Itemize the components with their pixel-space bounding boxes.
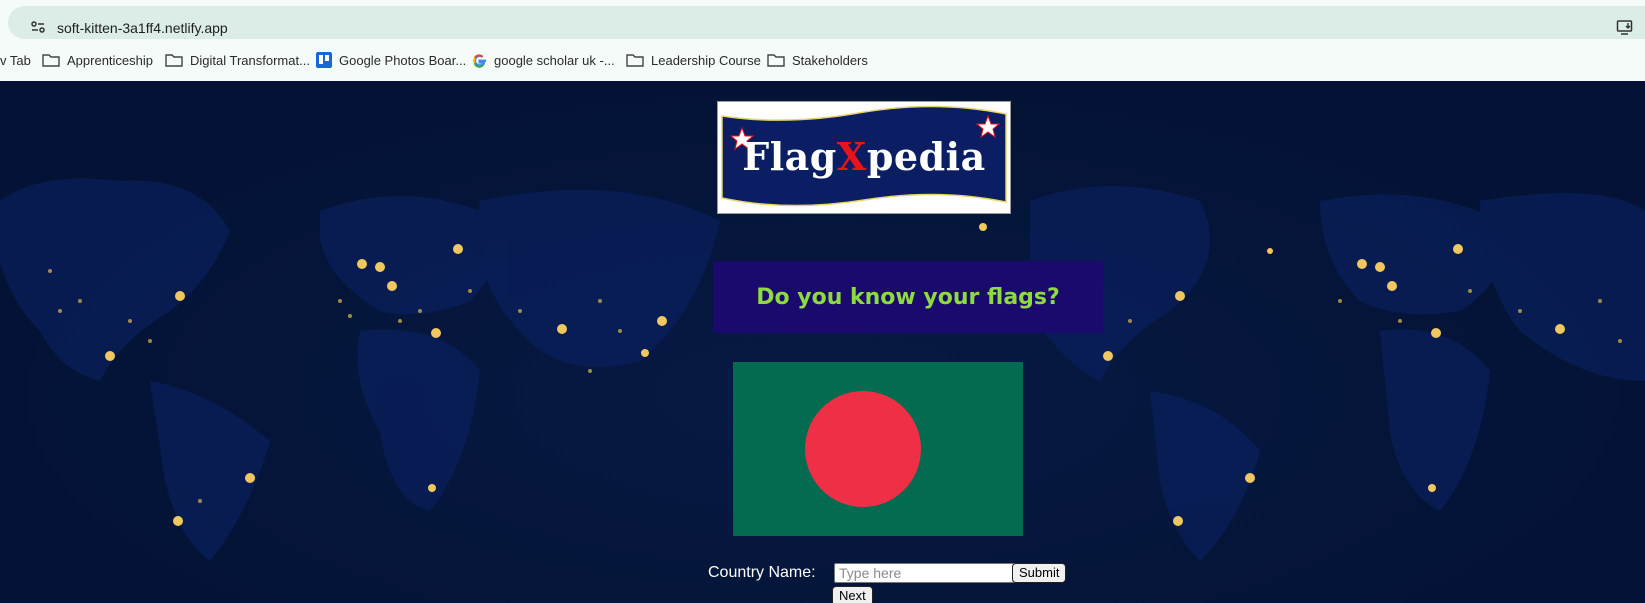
bookmark-label: Digital Transformat... [190, 52, 310, 68]
folder-icon [165, 54, 183, 67]
bookmark-item[interactable]: v Tab [0, 46, 31, 74]
bookmark-label: google scholar uk -... [494, 52, 615, 68]
folder-icon [626, 54, 644, 67]
bookmarks-bar: v Tab Apprenticeship Digital Transformat… [0, 46, 1645, 74]
logo-text-x: X [836, 134, 867, 179]
page-content: FlagXpedia Do you know your flags? Count… [0, 81, 1645, 603]
bookmark-label: Google Photos Boar... [339, 52, 467, 68]
bookmark-item[interactable]: Digital Transformat... [165, 46, 310, 74]
browser-chrome: soft-kitten-3a1ff4.netlify.app v Tab App… [0, 0, 1645, 81]
address-bar[interactable]: soft-kitten-3a1ff4.netlify.app [8, 6, 1645, 39]
bookmark-label: Stakeholders [792, 52, 868, 68]
bookmark-label: Apprenticeship [67, 52, 153, 68]
bookmark-label: v Tab [0, 52, 31, 68]
folder-icon [767, 54, 785, 67]
bookmark-item[interactable]: Leadership Course [626, 46, 761, 74]
logo-text-pedia: pedia [866, 134, 986, 179]
country-name-input[interactable] [834, 563, 1018, 583]
submit-button[interactable]: Submit [1012, 563, 1067, 583]
bookmark-item[interactable]: Stakeholders [767, 46, 868, 74]
country-name-label: Country Name: [708, 564, 816, 581]
logo-text-flag: Flag [742, 134, 837, 179]
flag-red-disc [805, 391, 921, 507]
bookmark-item[interactable]: Google Photos Boar... [316, 46, 466, 74]
folder-icon [42, 54, 60, 67]
install-app-icon[interactable] [1616, 19, 1636, 37]
bookmark-item[interactable]: Apprenticeship [42, 46, 153, 74]
question-banner: Do you know your flags? [713, 261, 1103, 333]
logo-text: FlagXpedia [718, 134, 1010, 179]
trello-icon [316, 52, 332, 68]
bookmark-item[interactable]: google scholar uk -... [472, 46, 615, 74]
bookmark-label: Leadership Course [651, 52, 761, 68]
url-text[interactable]: soft-kitten-3a1ff4.netlify.app [57, 20, 228, 36]
google-icon [473, 53, 487, 68]
quiz-flag-image [733, 362, 1023, 536]
site-info-icon[interactable] [25, 14, 51, 40]
next-button[interactable]: Next [832, 586, 873, 603]
question-heading: Do you know your flags? [756, 284, 1060, 310]
site-logo: FlagXpedia [717, 101, 1011, 214]
